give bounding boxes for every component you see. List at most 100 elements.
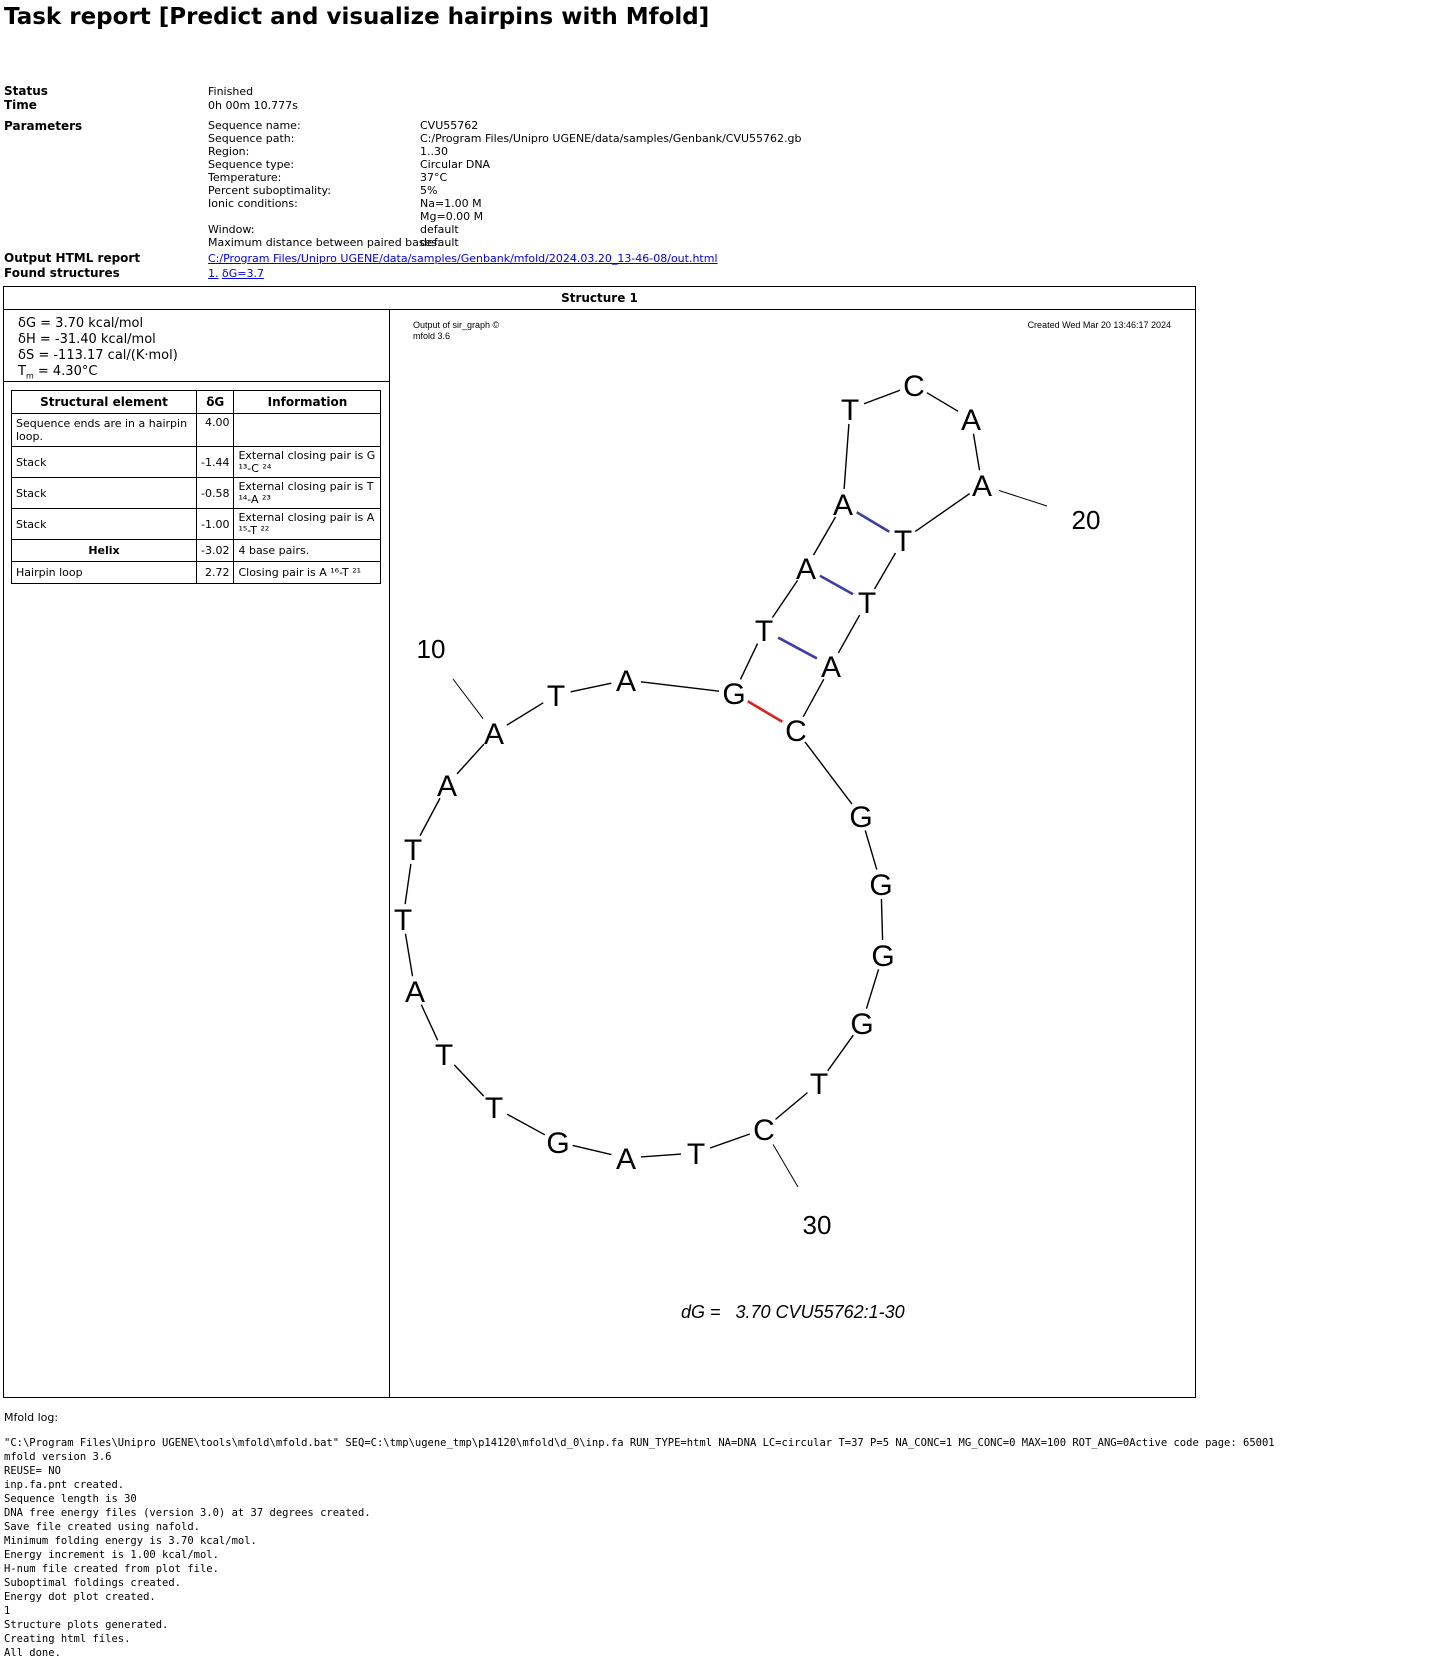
param-value: 1..30 (420, 145, 448, 158)
delta-g: δG = 3.70 kcal/mol (18, 316, 144, 331)
graph-footer: dG = 3.70 CVU55762:1-30 (681, 1302, 905, 1322)
nucleotide-base: A (796, 553, 816, 586)
nucleotide-base: T (810, 1068, 828, 1101)
dg-cell: 4.00 (195, 413, 235, 447)
nucleotide-base: T (435, 1039, 453, 1072)
base-pair-bond (777, 636, 818, 660)
log-line: inp.fa.pnt created. (4, 1479, 125, 1491)
nucleotide-base: A (437, 770, 457, 803)
found-structures-label: Found structures (4, 266, 120, 280)
info-cell: External closing pair is A ¹⁵-T ²² (233, 508, 382, 540)
param-value: Circular DNA (420, 158, 491, 171)
param-name: Region: (208, 145, 250, 158)
nucleotide-base: C (753, 1114, 775, 1147)
backbone-bond (506, 1113, 546, 1136)
nucleotide-base: G (849, 801, 872, 834)
param-value: CVU55762 (420, 119, 479, 132)
table-row: Hairpin loop 2.72 Closing pair is A ¹⁶-T… (11, 561, 382, 584)
backbone-bond (640, 1153, 682, 1158)
log-line: Save file created using nafold. (4, 1521, 200, 1533)
backbone-bond (506, 702, 544, 726)
nucleotide-base: T (547, 680, 565, 713)
column-header-dg: δG (195, 390, 235, 414)
backbone-bond (812, 516, 837, 556)
backbone-bond (837, 614, 861, 654)
output-report-link[interactable]: C:/Program Files/Unipro UGENE/data/sampl… (208, 252, 718, 265)
divider (4, 381, 389, 382)
element-cell: Stack (11, 508, 197, 540)
nucleotide-base: T (755, 615, 773, 648)
tm-value: = 4.30°C (33, 364, 98, 379)
param-value: Mg=0.00 M (420, 210, 484, 223)
structure-link-dg[interactable]: δG=3.7 (222, 267, 264, 280)
nucleotide-base: G (850, 1008, 873, 1041)
table-row: Stack -0.58 External closing pair is T ¹… (11, 477, 382, 509)
column-header-information: Information (233, 390, 382, 414)
element-cell: Stack (11, 477, 197, 509)
table-row: Helix -3.02 4 base pairs. (11, 539, 382, 562)
backbone-bond (419, 797, 441, 837)
nucleotide-base: T (894, 525, 912, 558)
info-cell: 4 base pairs. (233, 539, 382, 562)
graph-credit-line-1: Output of sir_graph © (413, 320, 500, 330)
nucleotide-base: G (546, 1127, 569, 1160)
backbone-bond (926, 392, 959, 412)
nucleotide-base: T (841, 394, 859, 427)
dg-cell: -3.02 (195, 539, 235, 562)
info-cell: Closing pair is A ¹⁶-T ²¹ (233, 561, 382, 584)
nucleotide-base: A (833, 489, 853, 522)
nucleotide-base: C (785, 715, 807, 748)
nucleotide-base: G (871, 940, 894, 973)
param-name: Sequence type: (208, 158, 295, 171)
param-value: C:/Program Files/Unipro UGENE/data/sampl… (420, 132, 802, 145)
nucleotide-base: G (869, 869, 892, 902)
dg-cell: 2.72 (195, 561, 235, 584)
graph-created-date: Created Wed Mar 20 13:46:17 2024 (1028, 320, 1171, 330)
mfold-log: "C:\Program Files\Unipro UGENE\tools\mfo… (4, 1436, 1275, 1660)
structure-header: Structure 1 (4, 287, 1195, 310)
backbone-bond (404, 933, 414, 977)
log-line: All done. (4, 1647, 61, 1659)
delta-h: δH = -31.40 kcal/mol (18, 332, 156, 347)
backbone-bond (456, 743, 485, 775)
table-row: Stack -1.00 External closing pair is A ¹… (11, 508, 382, 540)
thermodynamics: δG = 3.70 kcal/mol δH = -31.40 kcal/mol … (18, 316, 178, 385)
position-label: 30 (803, 1210, 832, 1240)
log-line: Energy dot plot created. (4, 1591, 156, 1603)
param-value: 5% (420, 184, 438, 197)
output-report-label: Output HTML report (4, 251, 141, 265)
status-label: Status (4, 84, 48, 98)
param-value: Na=1.00 M (420, 197, 482, 210)
base-pair-bond (856, 511, 890, 533)
page-title: Task report [Predict and visualize hairp… (4, 4, 710, 30)
nucleotide-base: T (687, 1138, 705, 1171)
secondary-structure-plot: Output of sir_graph © mfold 3.6 Created … (394, 320, 1171, 1322)
structure-link-number[interactable]: 1. (208, 267, 219, 280)
position-label: 10 (417, 634, 446, 664)
log-line: "C:\Program Files\Unipro UGENE\tools\mfo… (4, 1437, 1275, 1449)
param-value: default (420, 223, 459, 236)
table-row: Stack -1.44 External closing pair is G ¹… (11, 446, 382, 478)
log-line: H-num file created from plot file. (4, 1563, 219, 1575)
nucleotide-base: T (394, 904, 412, 937)
backbone-bond (771, 580, 799, 618)
backbone-bond (572, 1144, 612, 1156)
backbone-bond (863, 389, 901, 405)
element-cell: Stack (11, 446, 197, 478)
nucleotide-base: A (961, 404, 981, 437)
nucleotide-base: A (484, 718, 504, 751)
param-name: Sequence path: (208, 132, 295, 145)
structural-elements-table: Structural element δG Information Sequen… (11, 390, 382, 584)
dg-cell: -1.44 (195, 446, 235, 478)
position-tick (998, 490, 1048, 507)
backbone-bond (775, 1092, 808, 1120)
log-line: Minimum folding energy is 3.70 kcal/mol. (4, 1535, 257, 1547)
nucleotide-base: A (616, 665, 636, 698)
log-line: 1 (4, 1605, 11, 1617)
nucleotide-base: A (405, 976, 425, 1009)
param-value: default (420, 236, 459, 249)
log-line: mfold version 3.6 (4, 1451, 112, 1463)
position-tick (772, 1144, 799, 1188)
log-line: Creating html files. (4, 1633, 131, 1645)
base-pair-bond (819, 574, 854, 596)
